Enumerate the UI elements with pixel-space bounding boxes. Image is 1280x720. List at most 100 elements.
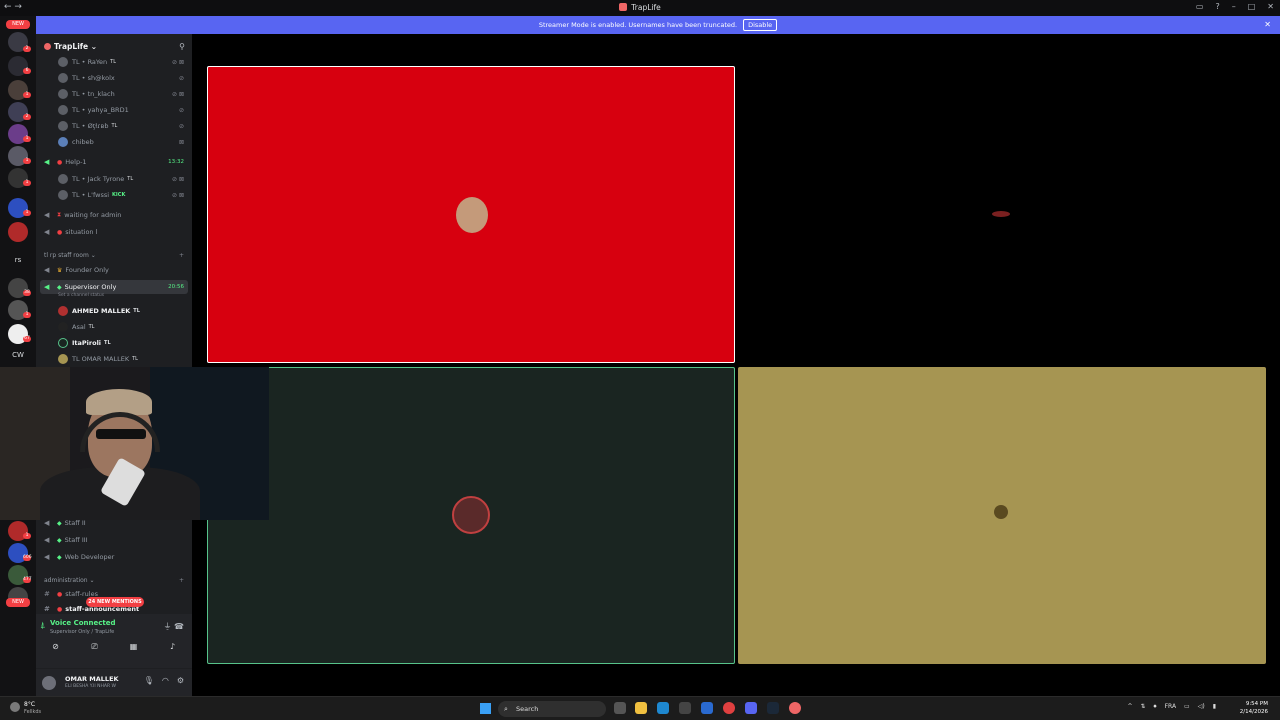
camera-off-icon[interactable]: ⊘ bbox=[41, 642, 71, 656]
signal-icon[interactable]: ⍋ bbox=[40, 621, 45, 631]
chevron-up-icon[interactable]: ^ bbox=[1127, 703, 1132, 711]
voice-member[interactable]: TL • sh@kolx ⊘ bbox=[36, 71, 192, 85]
member-prefix: TL bbox=[72, 106, 80, 114]
status-dot-icon: ● bbox=[57, 590, 63, 598]
category-staff-room[interactable]: tl rp staff room ⌄ + bbox=[36, 248, 192, 262]
weather-icon[interactable] bbox=[10, 702, 20, 712]
voice-member[interactable]: TL • Jack Tyrone TL ⊘ ⊠ bbox=[36, 172, 192, 186]
member-tag: TL bbox=[88, 324, 95, 330]
windows-start-icon[interactable] bbox=[480, 703, 491, 714]
webcam-overlay bbox=[0, 367, 269, 520]
avatar bbox=[58, 73, 68, 83]
channel-status-hint[interactable]: Set a channel status bbox=[58, 293, 104, 298]
voice-member[interactable]: TL OMAR MALLEK TL bbox=[36, 352, 192, 366]
avatar bbox=[58, 121, 68, 131]
voice-tile[interactable] bbox=[738, 66, 1266, 363]
chrome-icon[interactable] bbox=[723, 702, 735, 714]
category-administration[interactable]: administration ⌄ + bbox=[36, 573, 192, 587]
server-rs-label[interactable]: rs bbox=[0, 256, 36, 264]
close-window-button[interactable]: ✕ bbox=[1267, 2, 1274, 11]
server-badge: 2 bbox=[23, 46, 31, 52]
headphones-icon[interactable]: ◠ bbox=[162, 676, 169, 685]
invite-people-icon[interactable]: ⚲ bbox=[179, 42, 185, 51]
obs-icon[interactable] bbox=[789, 702, 801, 714]
app-icon[interactable] bbox=[701, 702, 713, 714]
member-name: Øţłɾвb bbox=[87, 122, 109, 130]
disconnect-icon[interactable]: ⏚ ☎ bbox=[163, 621, 184, 632]
member-tag: TL bbox=[111, 123, 118, 129]
voice-channel-supervisor-only[interactable]: ◀ ◆ Supervisor Only 20:56 bbox=[40, 280, 188, 294]
disable-streamer-mode-button[interactable]: Disable bbox=[743, 19, 778, 31]
shield-icon: ◆ bbox=[57, 519, 62, 527]
edge-icon[interactable] bbox=[657, 702, 669, 714]
add-channel-icon[interactable]: + bbox=[179, 252, 184, 259]
avatar[interactable] bbox=[42, 676, 56, 690]
close-banner-icon[interactable]: ✕ bbox=[1264, 20, 1271, 29]
voice-channel-founder-only[interactable]: ◀ ♛ Founder Only bbox=[36, 263, 192, 277]
activities-icon[interactable]: ▦ bbox=[119, 642, 149, 656]
muted-icon: ⊘ ⊠ bbox=[172, 175, 184, 183]
maximize-button[interactable]: □ bbox=[1248, 2, 1256, 11]
screen-share-icon[interactable]: ⎚ bbox=[80, 642, 110, 656]
weather-temp[interactable]: 8°C bbox=[24, 701, 35, 708]
server-badge: 2 bbox=[23, 114, 31, 120]
voice-actions: ⊘ ⎚ ▦ ♪ bbox=[36, 642, 192, 656]
server-icon[interactable] bbox=[8, 222, 28, 242]
volume-icon[interactable]: ◁) bbox=[1198, 703, 1205, 711]
help-icon[interactable]: ? bbox=[1215, 2, 1219, 11]
task-view-icon[interactable] bbox=[614, 702, 626, 714]
user-name[interactable]: OMAR MALLEK bbox=[65, 675, 119, 683]
voice-tile-speaking[interactable] bbox=[207, 367, 735, 664]
weather-desc[interactable]: Fellkds bbox=[24, 709, 41, 715]
inbox-icon[interactable]: ▭ bbox=[1196, 2, 1204, 11]
server-cw-label[interactable]: CW bbox=[0, 351, 36, 359]
file-explorer-icon[interactable] bbox=[635, 702, 647, 714]
voice-member[interactable]: chibeb ⊠ bbox=[36, 135, 192, 149]
settings-gear-icon[interactable]: ⚙ bbox=[177, 676, 184, 685]
server-name-header[interactable]: TrapLife ⌄ bbox=[44, 42, 97, 51]
voice-channel-staff-3[interactable]: ◀ ◆ Staff III bbox=[36, 533, 192, 547]
server-badge: 1 bbox=[23, 312, 31, 318]
microphone-icon[interactable]: 🎙︎ bbox=[144, 676, 154, 685]
microphone-icon[interactable]: ⏺ bbox=[1154, 703, 1157, 711]
voice-member[interactable]: TL • RaYen TL ⊘ ⊠ bbox=[36, 55, 192, 69]
channel-name: Supervisor Only bbox=[64, 283, 117, 291]
minimize-button[interactable]: – bbox=[1232, 2, 1236, 11]
voice-member[interactable]: AHMED MALLEK TL bbox=[36, 304, 192, 318]
voice-member[interactable]: TL • Øţłɾвb TL ⊘ bbox=[36, 119, 192, 133]
shield-icon: ◆ bbox=[57, 536, 62, 544]
speaker-icon: ◀ bbox=[44, 283, 50, 291]
member-name: Jack Tyrone bbox=[87, 175, 125, 183]
status-dot-icon: ● bbox=[57, 228, 63, 236]
voice-channel-help-1[interactable]: ◀ ● Help-1 13:32 bbox=[36, 155, 192, 169]
voice-member[interactable]: TL • L'fwssi KICK ⊘ ⊠ bbox=[36, 188, 192, 202]
muted-icon: ⊠ bbox=[178, 138, 184, 146]
new-mentions-pill[interactable]: 24 NEW MENTIONS bbox=[86, 597, 144, 607]
avatar bbox=[58, 57, 68, 67]
language-indicator[interactable]: FRA bbox=[1165, 703, 1176, 711]
store-icon[interactable] bbox=[679, 702, 691, 714]
battery-icon[interactable]: ▮ bbox=[1213, 703, 1216, 711]
avatar bbox=[992, 211, 1010, 217]
voice-member[interactable]: TL • tn_klach ⊘ ⊠ bbox=[36, 87, 192, 101]
clock[interactable]: 9:54 PM 2/14/2026 bbox=[1240, 700, 1268, 716]
voice-channel-waiting[interactable]: ◀ ⧗ waiting for admin bbox=[36, 208, 192, 222]
steam-icon[interactable] bbox=[767, 702, 779, 714]
soundboard-icon[interactable]: ♪ bbox=[158, 642, 188, 656]
voice-channel-situation[interactable]: ◀ ● situation l bbox=[36, 225, 192, 239]
voice-member[interactable]: ItaPiroli TL bbox=[36, 336, 192, 350]
taskbar-search[interactable]: ⌕ Search bbox=[498, 701, 606, 717]
voice-tile[interactable] bbox=[738, 367, 1266, 664]
server-badge: 1 bbox=[23, 158, 31, 164]
voice-location[interactable]: Supervisor Only / TrapLife bbox=[50, 629, 114, 635]
voice-channel-web-developer[interactable]: ◀ ◆ Web Developer bbox=[36, 550, 192, 564]
discord-icon[interactable] bbox=[745, 702, 757, 714]
voice-tile[interactable] bbox=[207, 66, 735, 363]
network-icon[interactable]: ⇅ bbox=[1141, 703, 1146, 711]
voice-member[interactable]: Asal TL bbox=[36, 320, 192, 334]
add-channel-icon[interactable]: + bbox=[179, 577, 184, 584]
crown-icon: ♛ bbox=[57, 266, 63, 274]
voice-member[interactable]: TL • yahya_BRD1 ⊘ bbox=[36, 103, 192, 117]
display-icon[interactable]: ▭ bbox=[1184, 703, 1190, 711]
status-dot-icon: ● bbox=[57, 158, 63, 166]
